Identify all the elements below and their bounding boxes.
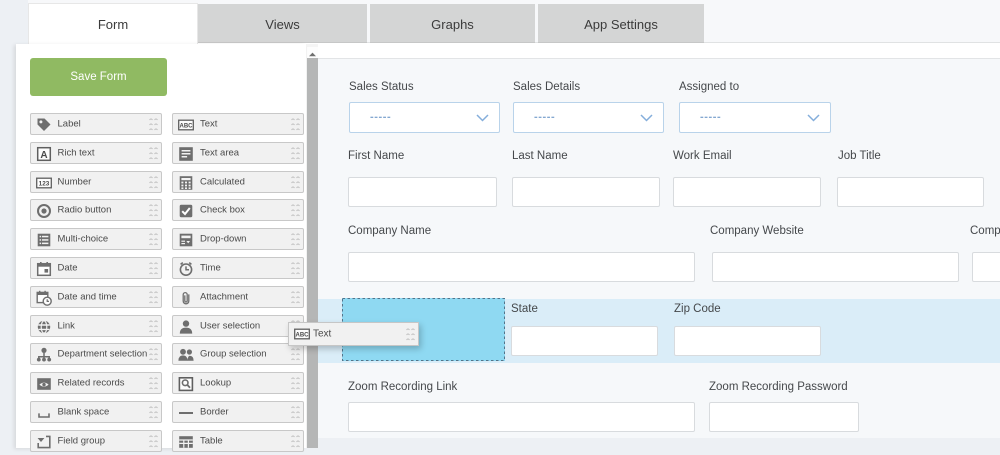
svg-text:123: 123 bbox=[38, 180, 49, 187]
svg-text:ABC: ABC bbox=[180, 123, 194, 129]
svg-text:A: A bbox=[40, 150, 47, 161]
svg-text:ABC: ABC bbox=[296, 333, 310, 339]
